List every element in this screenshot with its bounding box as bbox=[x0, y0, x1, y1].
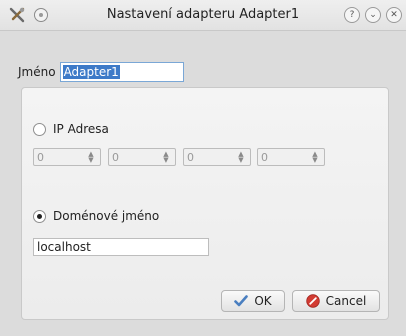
name-input-value: Adapter1 bbox=[62, 65, 120, 79]
ip-octet-2-spinbox[interactable]: 0 ▲ ▼ bbox=[108, 148, 176, 166]
minimize-button[interactable]: ⌄ bbox=[365, 7, 381, 23]
spinbox-arrows-icon[interactable]: ▲ ▼ bbox=[161, 151, 171, 164]
close-button[interactable]: ✕ bbox=[386, 7, 402, 23]
ip-octet-3-value: 0 bbox=[187, 151, 194, 164]
domain-name-radio[interactable] bbox=[33, 209, 46, 223]
domain-name-option[interactable]: Doménové jméno bbox=[33, 209, 159, 223]
ip-octet-1-value: 0 bbox=[37, 151, 44, 164]
domain-name-input[interactable]: localhost bbox=[33, 238, 209, 256]
name-row: Jméno Adapter1 bbox=[18, 62, 184, 82]
ip-octet-2-value: 0 bbox=[112, 151, 119, 164]
name-input[interactable]: Adapter1 bbox=[59, 62, 184, 82]
ok-button-label: OK bbox=[254, 294, 272, 308]
title-bar-controls: ? ⌄ ✕ bbox=[344, 7, 402, 23]
ip-octet-3-spinbox[interactable]: 0 ▲ ▼ bbox=[183, 148, 251, 166]
ip-octet-4-value: 0 bbox=[261, 151, 268, 164]
cancel-button[interactable]: Cancel bbox=[292, 290, 380, 312]
title-bar: Nastavení adapteru Adapter1 ? ⌄ ✕ bbox=[0, 0, 406, 31]
spinbox-arrows-icon[interactable]: ▲ ▼ bbox=[86, 151, 96, 164]
cancel-button-label: Cancel bbox=[325, 294, 367, 308]
ip-address-radio[interactable] bbox=[33, 122, 46, 136]
spinbox-arrows-icon[interactable]: ▲ ▼ bbox=[310, 151, 320, 164]
domain-name-label: Doménové jméno bbox=[53, 209, 160, 223]
help-button[interactable]: ? bbox=[344, 7, 360, 23]
ip-octet-1-spinbox[interactable]: 0 ▲ ▼ bbox=[33, 148, 101, 166]
spinbox-arrows-icon[interactable]: ▲ ▼ bbox=[236, 151, 246, 164]
ok-button[interactable]: OK bbox=[221, 290, 285, 312]
ip-address-option[interactable]: IP Adresa bbox=[33, 122, 109, 136]
ip-octet-4-spinbox[interactable]: 0 ▲ ▼ bbox=[257, 148, 325, 166]
stop-icon bbox=[305, 294, 320, 308]
ip-address-label: IP Adresa bbox=[53, 122, 109, 136]
name-label: Jméno bbox=[18, 65, 56, 79]
checkmark-icon bbox=[234, 295, 249, 307]
